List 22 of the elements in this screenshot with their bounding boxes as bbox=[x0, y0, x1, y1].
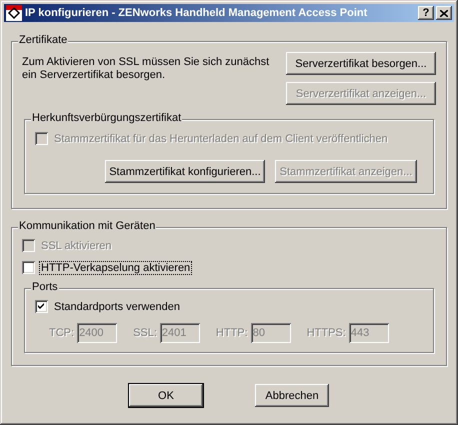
port-label: HTTP: bbox=[216, 327, 248, 339]
checkmark-icon bbox=[38, 303, 45, 310]
checkbox-label: Stammzertifikat für das Herunterladen auf dem Client veröffentlichen bbox=[53, 132, 389, 144]
dialog-button[interactable]: OK bbox=[129, 384, 203, 407]
info-text: Zum Aktivieren von SSL müssen Sie sich zunächst ein Serverzertifikat besorgen. bbox=[22, 55, 270, 83]
group-title: Herkunftsverbürgungszertifikat bbox=[31, 112, 182, 125]
app-icon bbox=[6, 5, 22, 21]
window-title: IP konfigurieren - ZENworks Handheld Management Access Point bbox=[25, 7, 368, 19]
checkbox[interactable] bbox=[22, 261, 35, 274]
close-icon bbox=[440, 10, 448, 16]
close-button[interactable] bbox=[436, 6, 452, 20]
port-label: HTTPS: bbox=[306, 327, 346, 339]
dialog-button[interactable]: Serverzertifikat besorgen... bbox=[286, 52, 436, 75]
dialog-button[interactable]: Stammzertifikat konfigurieren... bbox=[105, 160, 265, 183]
checkbox-label: Standardports verwenden bbox=[53, 300, 181, 312]
dialog-button[interactable]: Abbrechen bbox=[255, 384, 329, 407]
help-button[interactable]: ? bbox=[418, 6, 434, 20]
port-label: SSL: bbox=[133, 327, 157, 339]
checkbox[interactable] bbox=[35, 300, 48, 313]
checkbox-label: HTTP-Verkapselung aktivieren bbox=[40, 262, 192, 274]
checkbox-label: SSL aktivieren bbox=[40, 240, 113, 252]
port-label: TCP: bbox=[49, 327, 74, 339]
